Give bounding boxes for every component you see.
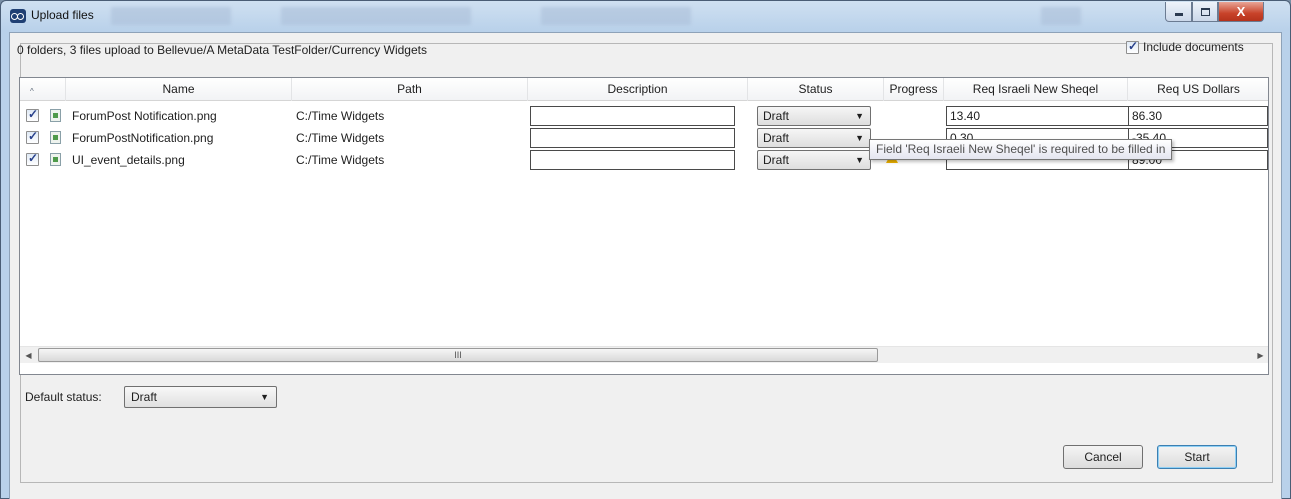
status-dropdown[interactable]: Draft ▼	[757, 150, 871, 170]
background-ghost	[281, 7, 471, 25]
status-value: Draft	[763, 109, 790, 123]
scroll-left-icon[interactable]: ◀	[20, 347, 37, 364]
default-status-value: Draft	[131, 390, 158, 404]
files-grid: ^ Name Path Description Status Progress …	[19, 77, 1269, 375]
scroll-right-icon[interactable]: ▶	[1252, 347, 1268, 364]
status-dropdown[interactable]: Draft ▼	[757, 128, 871, 148]
description-input[interactable]	[530, 106, 735, 126]
file-path: C:/Time Widgets	[296, 153, 385, 167]
start-button[interactable]: Start	[1157, 445, 1237, 469]
default-status-label: Default status:	[25, 390, 102, 404]
column-header-progress[interactable]: Progress	[884, 78, 944, 101]
description-input[interactable]	[530, 128, 735, 148]
upload-summary: 0 folders, 3 files upload to Bellevue/A …	[17, 43, 427, 57]
column-header-req-ils[interactable]: Req Israeli New Sheqel	[944, 78, 1128, 101]
minimize-icon	[1174, 13, 1183, 16]
include-documents-toggle[interactable]: Include documents	[1126, 39, 1244, 54]
file-name: ForumPost Notification.png	[72, 109, 217, 123]
row-checkbox[interactable]	[26, 151, 39, 166]
req-ils-input[interactable]: 13.40	[946, 106, 1130, 126]
background-ghost	[1041, 7, 1081, 25]
dropdown-arrow-icon: ▼	[855, 111, 864, 121]
column-header-status[interactable]: Status	[748, 78, 884, 101]
description-input[interactable]	[530, 150, 735, 170]
column-header-req-usd[interactable]: Req US Dollars	[1128, 78, 1268, 101]
maximize-button[interactable]	[1192, 2, 1218, 22]
file-path: C:/Time Widgets	[296, 109, 385, 123]
cancel-button[interactable]: Cancel	[1063, 445, 1143, 469]
file-name: UI_event_details.png	[72, 153, 185, 167]
include-documents-label: Include documents	[1143, 40, 1244, 54]
include-documents-checkbox[interactable]	[1126, 39, 1139, 54]
background-ghost	[111, 7, 231, 25]
background-ghost	[541, 7, 691, 25]
horizontal-scrollbar[interactable]: ◀ III ▶	[20, 346, 1268, 364]
minimize-button[interactable]	[1165, 2, 1192, 22]
table-row[interactable]: ForumPost Notification.png C:/Time Widge…	[20, 105, 1268, 127]
image-file-icon	[50, 131, 61, 144]
row-checkbox[interactable]	[26, 107, 39, 122]
req-usd-input[interactable]: 86.30	[1128, 106, 1268, 126]
maximize-icon	[1200, 7, 1210, 16]
dropdown-arrow-icon: ▼	[260, 392, 269, 402]
column-header-name[interactable]: Name	[66, 78, 292, 101]
sort-column-header[interactable]: ^	[20, 78, 66, 101]
close-icon: X	[1236, 4, 1246, 19]
upload-files-window: Upload files X 0 folders, 3 files upload…	[0, 0, 1291, 499]
window-title: Upload files	[31, 8, 94, 22]
row-checkbox[interactable]	[26, 129, 39, 144]
image-file-icon	[50, 109, 61, 122]
dropdown-arrow-icon: ▼	[855, 155, 864, 165]
grid-header: ^ Name Path Description Status Progress …	[20, 78, 1268, 101]
close-button[interactable]: X	[1218, 2, 1264, 22]
default-status-dropdown[interactable]: Draft ▼	[124, 386, 277, 408]
app-logo-icon	[10, 9, 26, 23]
image-file-icon	[50, 153, 61, 166]
column-header-path[interactable]: Path	[292, 78, 528, 101]
dropdown-arrow-icon: ▼	[855, 133, 864, 143]
sort-up-icon: ^	[30, 87, 34, 96]
status-value: Draft	[763, 153, 790, 167]
file-path: C:/Time Widgets	[296, 131, 385, 145]
file-name: ForumPostNotification.png	[72, 131, 214, 145]
validation-tooltip: Field 'Req Israeli New Sheqel' is requir…	[869, 139, 1173, 160]
scrollbar-thumb[interactable]: III	[38, 348, 878, 362]
status-value: Draft	[763, 131, 790, 145]
column-header-description[interactable]: Description	[528, 78, 748, 101]
title-bar: Upload files X	[1, 1, 1290, 31]
status-dropdown[interactable]: Draft ▼	[757, 106, 871, 126]
